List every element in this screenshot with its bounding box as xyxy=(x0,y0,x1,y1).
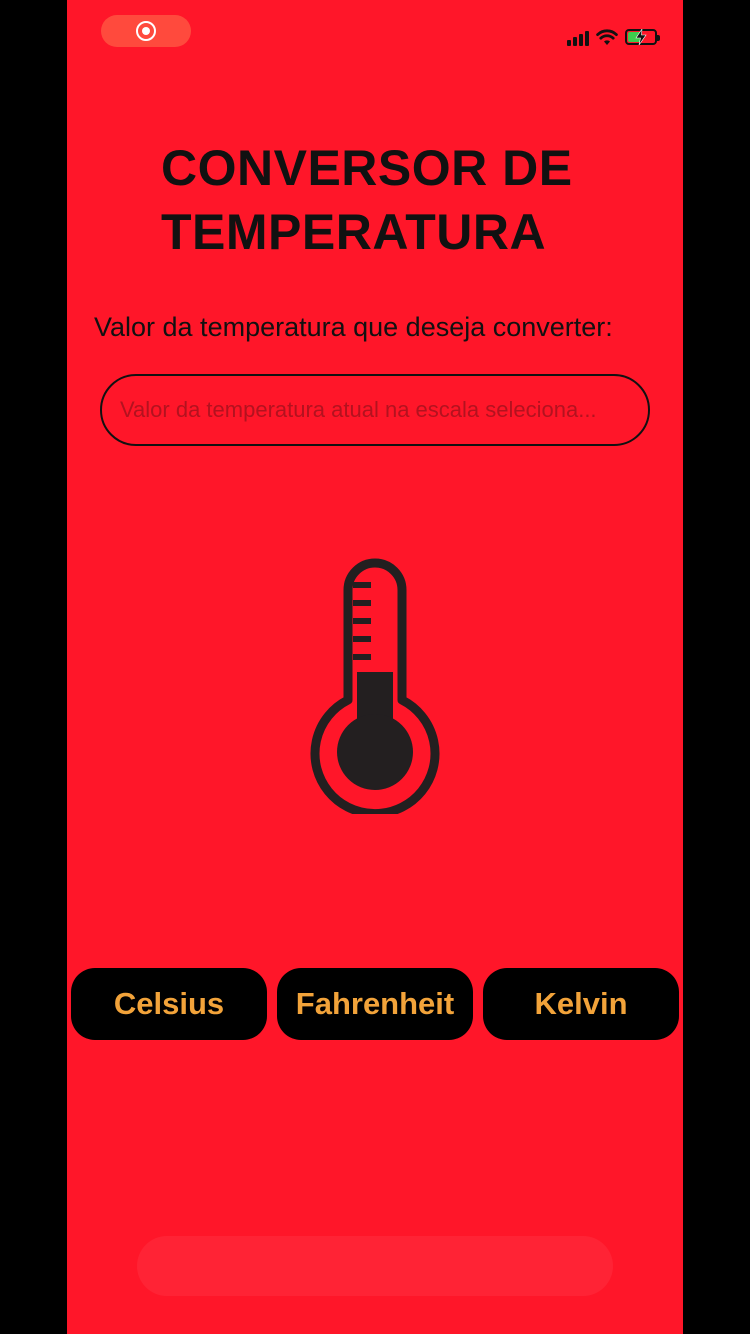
battery-charging-icon xyxy=(625,29,660,45)
thermometer-icon xyxy=(310,558,440,814)
page-title: CONVERSOR DE TEMPERATURA xyxy=(161,140,573,260)
kelvin-button[interactable]: Kelvin xyxy=(483,968,679,1040)
record-icon xyxy=(136,21,156,41)
status-bar-icons xyxy=(567,26,660,48)
screen-recording-indicator[interactable] xyxy=(101,15,191,47)
app-screen: CONVERSOR DE TEMPERATURA Valor da temper… xyxy=(67,0,683,1334)
wifi-icon xyxy=(596,28,618,45)
temperature-input[interactable] xyxy=(120,397,630,423)
fahrenheit-button[interactable]: Fahrenheit xyxy=(277,968,473,1040)
temperature-input-container[interactable] xyxy=(100,374,650,446)
cellular-signal-icon xyxy=(567,28,589,46)
temperature-prompt-label: Valor da temperatura que deseja converte… xyxy=(94,312,613,342)
home-indicator xyxy=(137,1236,613,1296)
celsius-button[interactable]: Celsius xyxy=(71,968,267,1040)
